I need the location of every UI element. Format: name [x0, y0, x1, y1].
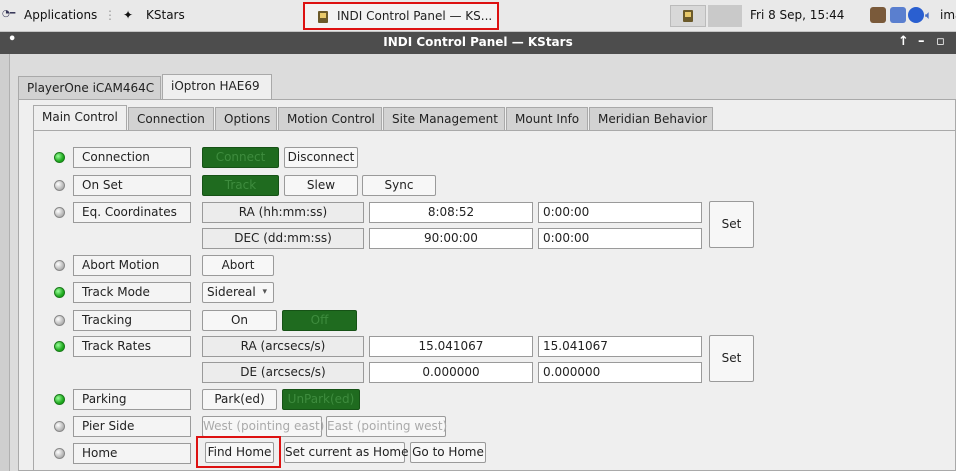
west-pointing-east-button: West (pointing east)	[202, 416, 324, 437]
task-indi-label: INDI Control Panel — KS...	[337, 9, 493, 23]
maximize-icon[interactable]: ▫	[936, 34, 945, 49]
window-title: INDI Control Panel — KStars	[383, 35, 573, 49]
de-rate-input[interactable]: 0.000000	[538, 362, 702, 383]
de-rate-current-value: 0.000000	[369, 362, 533, 383]
indi-app-icon	[683, 10, 693, 22]
tab-site-management[interactable]: Site Management	[383, 107, 505, 131]
tracking-label: Tracking	[73, 310, 191, 331]
park-button[interactable]: Park(ed)	[202, 389, 277, 410]
empty-task-slot	[708, 5, 742, 27]
connection-status-light	[54, 152, 65, 163]
parking-label: Parking	[73, 389, 191, 410]
volume-icon[interactable]: 🔈︎	[925, 8, 932, 23]
bluetooth-icon[interactable]	[908, 7, 924, 23]
tab-label: PlayerOne iCAM464C	[27, 81, 155, 95]
parking-status-light	[54, 394, 65, 405]
tab-options[interactable]: Options	[215, 107, 277, 131]
slew-button[interactable]: Slew	[284, 175, 358, 196]
on-set-label: On Set	[73, 175, 191, 196]
go-to-home-button[interactable]: Go to Home	[410, 442, 486, 463]
connect-button[interactable]: Connect	[202, 147, 279, 168]
task-kstars[interactable]: KStars	[146, 8, 185, 22]
minimize-icon[interactable]: –	[918, 34, 925, 49]
tab-main-control[interactable]: Main Control	[33, 105, 127, 131]
tracking-status-light	[54, 315, 65, 326]
tab-mount-info[interactable]: Mount Info	[506, 107, 588, 131]
applications-menu[interactable]: Applications	[24, 8, 97, 22]
tab-label: iOptron HAE69	[171, 79, 260, 93]
home-status-light	[54, 448, 65, 459]
task-indi-icon-button[interactable]	[670, 5, 706, 27]
track-mode-status-light	[54, 287, 65, 298]
tab-label: Main Control	[42, 110, 118, 124]
tracking-on-button[interactable]: On	[202, 310, 277, 331]
task-indi-control-panel[interactable]: INDI Control Panel — KS...	[303, 2, 499, 30]
tab-device-ioptron[interactable]: iOptron HAE69	[162, 74, 272, 100]
track-rates-status-light	[54, 341, 65, 352]
tab-connection[interactable]: Connection	[128, 107, 214, 131]
rates-set-button[interactable]: Set	[709, 335, 754, 382]
on-set-status-light	[54, 180, 65, 191]
keep-above-icon[interactable]: ↑	[898, 34, 909, 49]
pier-side-status-light	[54, 421, 65, 432]
track-mode-select[interactable]: Sidereal ▾	[202, 282, 274, 303]
dec-input[interactable]: 0:00:00	[538, 228, 702, 249]
disconnect-button[interactable]: Disconnect	[284, 147, 358, 168]
network-icon[interactable]	[870, 7, 886, 23]
tab-label: Site Management	[392, 112, 498, 126]
find-home-highlight	[196, 436, 281, 468]
applications-icon[interactable]: ◔━	[2, 9, 15, 19]
window-titlebar[interactable]: • INDI Control Panel — KStars ↑ – ▫	[0, 32, 956, 54]
ra-rate-current-value: 15.041067	[369, 336, 533, 357]
track-mode-value: Sidereal	[207, 285, 256, 299]
track-rates-label: Track Rates	[73, 336, 191, 357]
eq-set-button[interactable]: Set	[709, 201, 754, 248]
de-rate-label: DE (arcsecs/s)	[202, 362, 364, 383]
separator-icon: ⋮	[104, 8, 116, 22]
indi-app-icon	[318, 11, 328, 23]
abort-button[interactable]: Abort	[202, 255, 274, 276]
system-taskbar: ◔━ Applications ⋮ ✦ KStars INDI Control …	[0, 0, 956, 32]
clock: Fri 8 Sep, 15:44	[750, 8, 845, 22]
ra-rate-input[interactable]: 15.041067	[538, 336, 702, 357]
connection-label: Connection	[73, 147, 191, 168]
ra-input[interactable]: 0:00:00	[538, 202, 702, 223]
set-current-as-home-button[interactable]: Set current as Home	[284, 442, 408, 463]
tab-meridian-behavior[interactable]: Meridian Behavior	[589, 107, 713, 131]
tab-device-playerone[interactable]: PlayerOne iCAM464C	[18, 76, 161, 100]
eq-coordinates-status-light	[54, 207, 65, 218]
ra-label: RA (hh:mm:ss)	[202, 202, 364, 223]
tab-label: Mount Info	[515, 112, 580, 126]
kstars-task-icon: ✦	[123, 8, 134, 22]
track-button[interactable]: Track	[202, 175, 279, 196]
ra-rate-label: RA (arcsecs/s)	[202, 336, 364, 357]
abort-status-light	[54, 260, 65, 271]
unpark-button[interactable]: UnPark(ed)	[282, 389, 360, 410]
tracking-off-button[interactable]: Off	[282, 310, 357, 331]
tab-label: Connection	[137, 112, 205, 126]
sync-button[interactable]: Sync	[362, 175, 436, 196]
dec-current-value: 90:00:00	[369, 228, 533, 249]
tab-label: Motion Control	[287, 112, 375, 126]
ra-current-value: 8:08:52	[369, 202, 533, 223]
home-label: Home	[73, 443, 191, 464]
tab-motion-control[interactable]: Motion Control	[278, 107, 382, 131]
tab-label: Meridian Behavior	[598, 112, 708, 126]
track-mode-label: Track Mode	[73, 282, 191, 303]
abort-motion-label: Abort Motion	[73, 255, 191, 276]
tab-label: Options	[224, 112, 271, 126]
dec-label: DEC (dd:mm:ss)	[202, 228, 364, 249]
display-icon[interactable]	[890, 7, 906, 23]
chevron-down-icon: ▾	[262, 287, 267, 297]
pier-side-label: Pier Side	[73, 416, 191, 437]
east-pointing-west-button: East (pointing west)	[326, 416, 447, 437]
user-menu[interactable]: ima	[940, 8, 956, 22]
eq-coordinates-label: Eq. Coordinates	[73, 202, 191, 223]
